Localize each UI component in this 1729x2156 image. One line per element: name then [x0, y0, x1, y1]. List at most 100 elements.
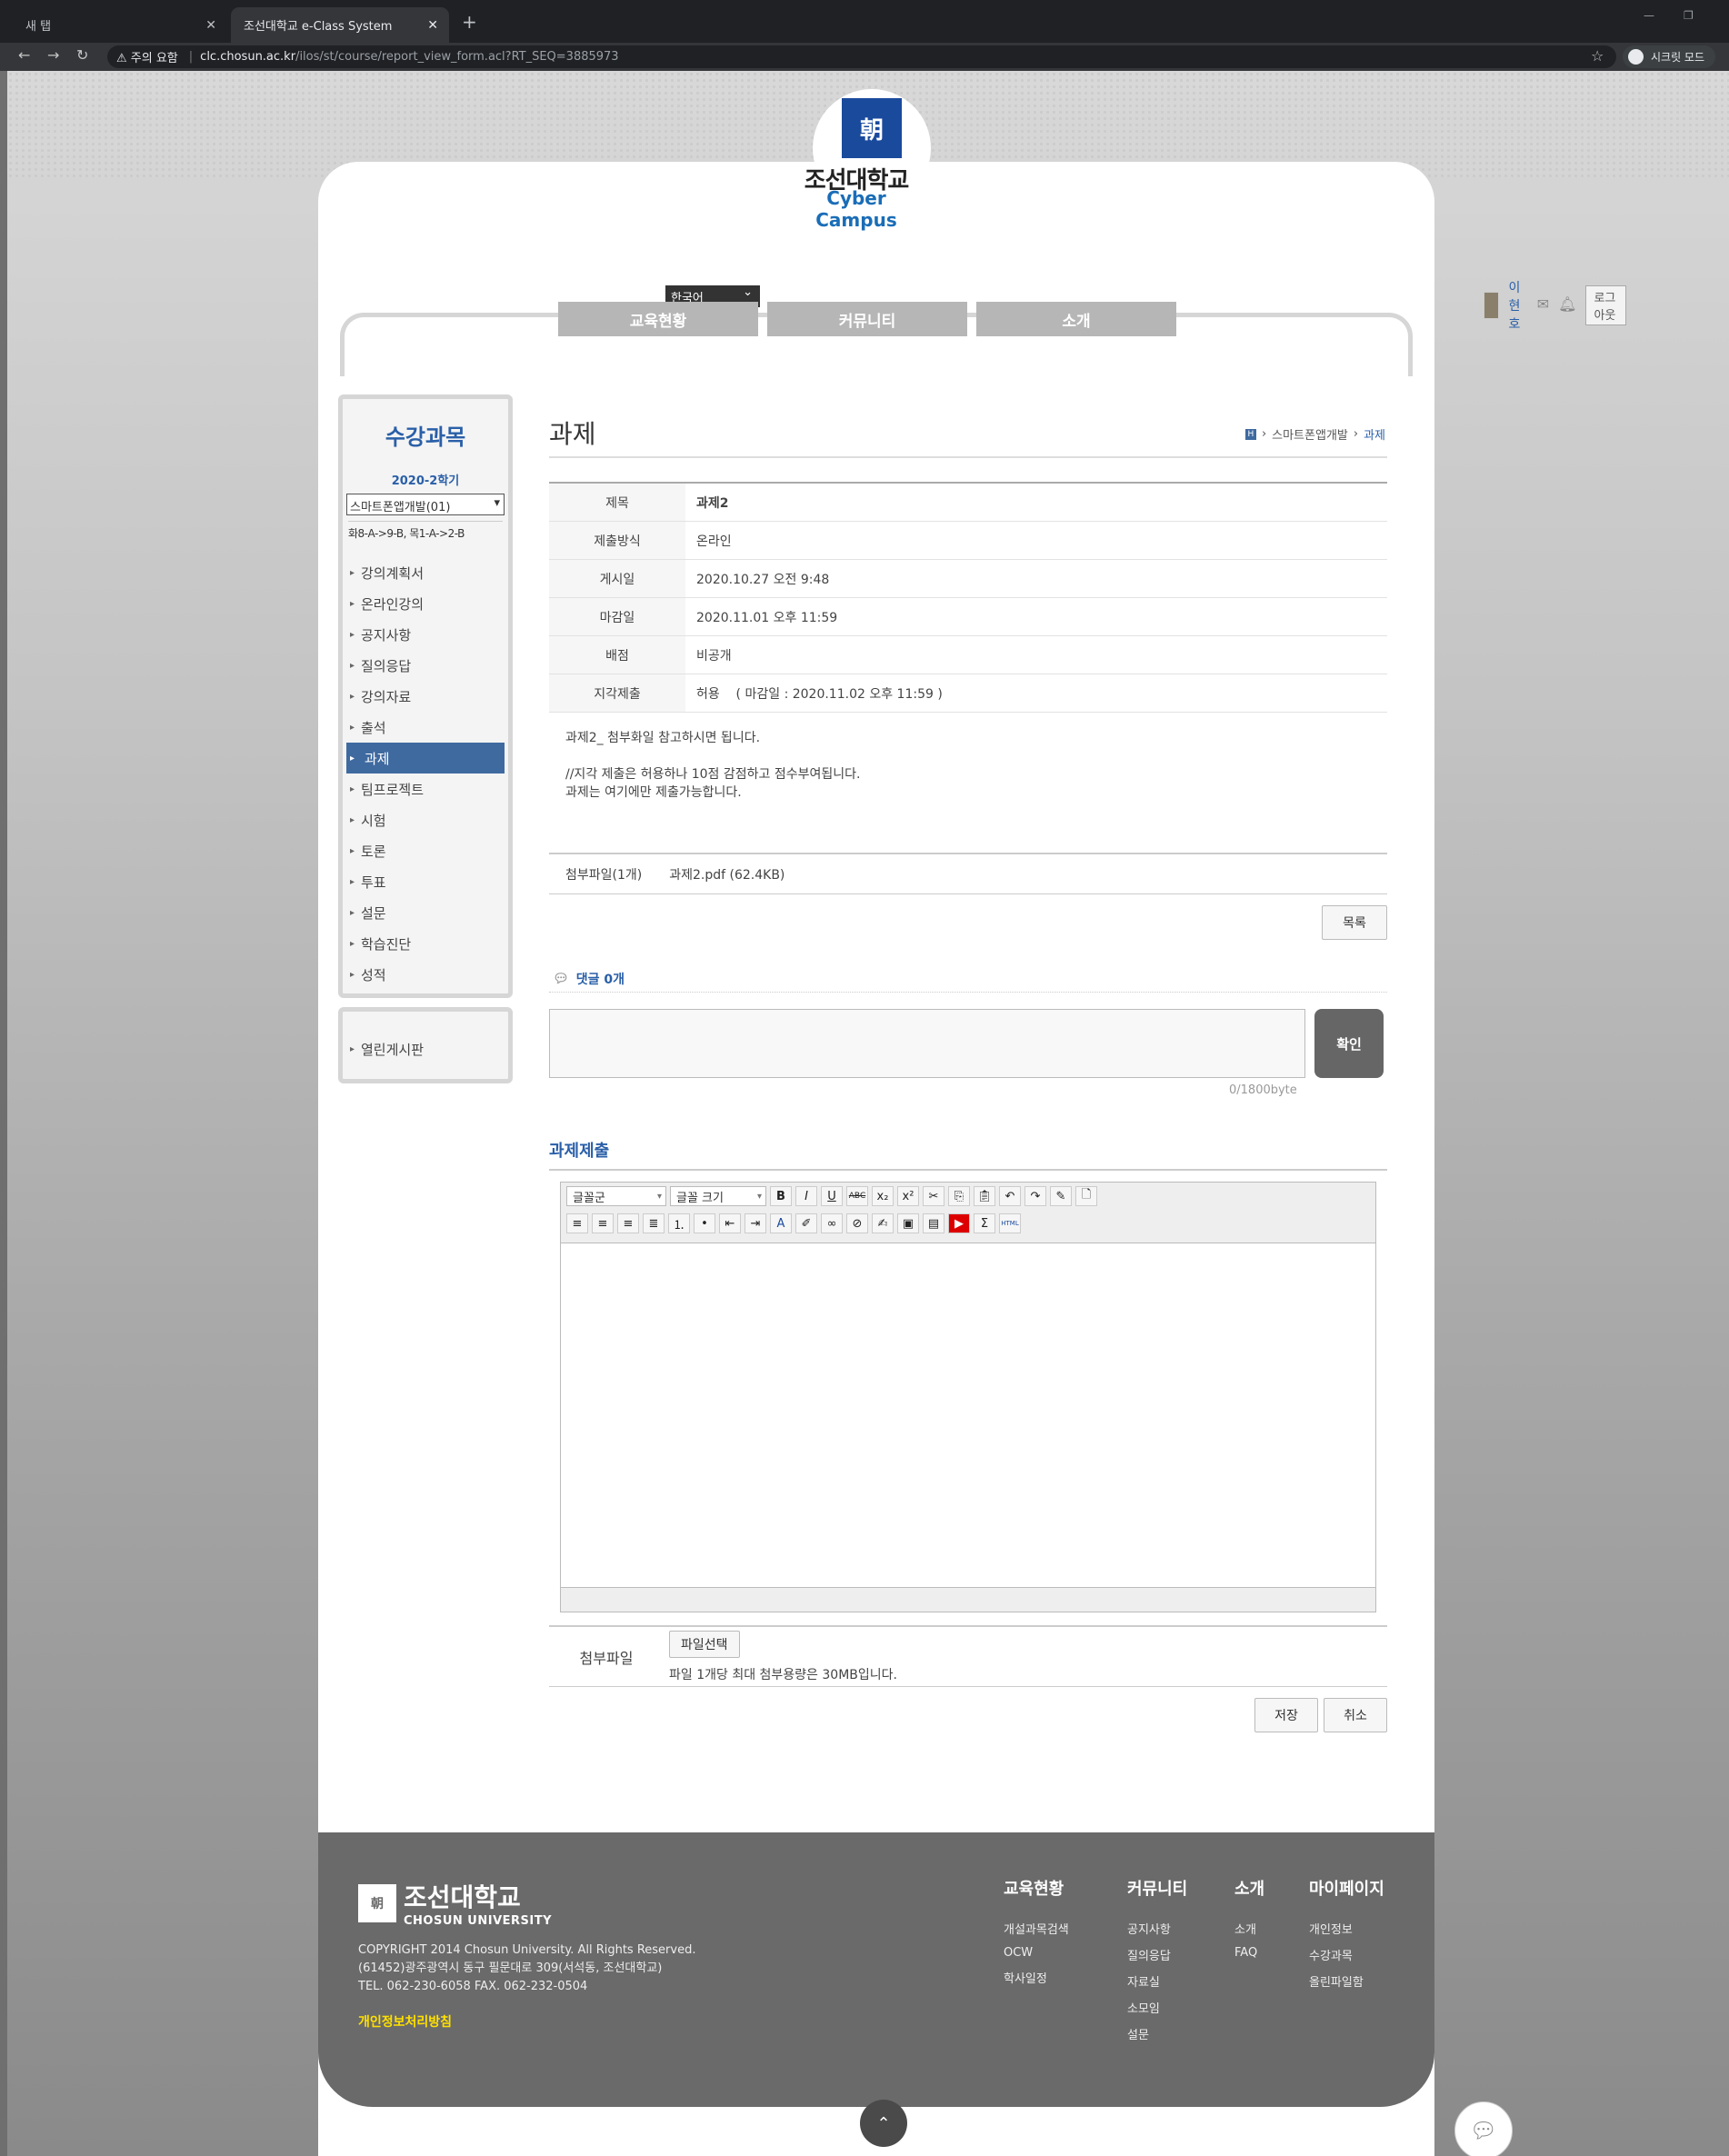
forward-icon[interactable]: → [47, 46, 59, 64]
scroll-top-button[interactable]: ⌃ [860, 2100, 907, 2147]
footer-link[interactable]: OCW [1004, 1946, 1069, 1960]
close-icon[interactable]: ✕ [427, 18, 438, 33]
sidebar-item-attendance[interactable]: 출석 [343, 712, 508, 743]
ordered-list-icon[interactable]: ⒈ [668, 1213, 690, 1233]
superscript-icon[interactable]: x² [897, 1186, 919, 1206]
outdent-icon[interactable]: ⇤ [719, 1213, 741, 1233]
undo-icon[interactable]: ↶ [999, 1186, 1021, 1206]
gnb-about[interactable]: 소개 [976, 302, 1176, 336]
gnb-community[interactable]: 커뮤니티 [767, 302, 967, 336]
gnb-education[interactable]: 교육현황 [558, 302, 758, 336]
footer-link[interactable]: 올린파일함 [1309, 1972, 1384, 1990]
sidebar-item-qna[interactable]: 질의응답 [343, 650, 508, 681]
save-button[interactable]: 저장 [1254, 1698, 1318, 1732]
reload-icon[interactable]: ↻ [76, 46, 88, 64]
home-icon[interactable]: H [1244, 428, 1256, 440]
unordered-list-icon[interactable]: • [694, 1213, 715, 1233]
sidebar-item-vote[interactable]: 투표 [343, 866, 508, 897]
redo-icon[interactable]: ↷ [1024, 1186, 1046, 1206]
sidebar-item-exam[interactable]: 시험 [343, 804, 508, 835]
new-tab-button[interactable]: + [462, 11, 477, 33]
restore-icon[interactable]: ❐ [1684, 9, 1694, 22]
user-name[interactable]: 이현호 [1508, 278, 1527, 333]
comment-input[interactable] [549, 1009, 1305, 1078]
sidebar-item-notice[interactable]: 공지사항 [343, 619, 508, 650]
cut-icon[interactable]: ✂ [923, 1186, 944, 1206]
align-right-icon[interactable]: ≡ [617, 1213, 639, 1233]
footer-link[interactable]: 설문 [1127, 2025, 1187, 2042]
course-select[interactable]: 스마트폰앱개발(01) [346, 494, 505, 515]
unlink-icon[interactable]: ⊘ [846, 1213, 868, 1233]
footer-link[interactable]: 공지사항 [1127, 1920, 1187, 1937]
font-family-select[interactable]: 글꼴군 [566, 1186, 666, 1206]
align-center-icon[interactable]: ≡ [592, 1213, 614, 1233]
logo-english[interactable]: Cyber Campus [784, 187, 929, 231]
footer-link[interactable]: 자료실 [1127, 1972, 1187, 1990]
align-justify-icon[interactable]: ≣ [643, 1213, 665, 1233]
media-icon[interactable]: ▤ [923, 1213, 944, 1233]
bold-icon[interactable]: B [770, 1186, 792, 1206]
close-icon[interactable]: ✕ [205, 18, 216, 33]
underline-icon[interactable]: U [821, 1186, 843, 1206]
logout-button[interactable]: 로그아웃 [1585, 285, 1626, 325]
html-icon[interactable]: HTML [999, 1213, 1021, 1233]
footer-link[interactable]: FAQ [1234, 1946, 1264, 1960]
subscript-icon[interactable]: x₂ [872, 1186, 894, 1206]
link-icon[interactable]: ∞ [821, 1213, 843, 1233]
sidebar-item-grades[interactable]: 성적 [343, 959, 508, 990]
footer-link[interactable]: 학사일정 [1004, 1969, 1069, 1986]
chat-button[interactable]: 💬︎ [1454, 2101, 1513, 2156]
strikethrough-icon[interactable]: ABC [846, 1186, 868, 1206]
indent-icon[interactable]: ⇥ [745, 1213, 766, 1233]
footer-col-title[interactable]: 마이페이지 [1309, 1876, 1384, 1900]
footer-link[interactable]: 소모임 [1127, 1999, 1187, 2016]
footer-col-title[interactable]: 소개 [1234, 1876, 1264, 1900]
footer-col-title[interactable]: 교육현황 [1004, 1876, 1069, 1900]
eraser-icon[interactable]: ✎ [1050, 1186, 1072, 1206]
footer-link[interactable]: 수강과목 [1309, 1946, 1384, 1963]
sidebar-item-team-project[interactable]: 팀프로젝트 [343, 774, 508, 804]
cancel-button[interactable]: 취소 [1324, 1698, 1387, 1732]
attachment-file-link[interactable]: 과제2.pdf (62.4KB) [669, 865, 785, 883]
breadcrumb-course[interactable]: 스마트폰앱개발 [1272, 425, 1348, 443]
sidebar-item-assignment[interactable]: 과제 [346, 743, 505, 774]
privacy-policy-link[interactable]: 개인정보처리방침 [358, 2012, 452, 2031]
footer-col-title[interactable]: 커뮤니티 [1127, 1876, 1187, 1900]
editor-text-area[interactable] [561, 1243, 1375, 1588]
sigma-icon[interactable]: Σ [974, 1213, 995, 1233]
sidebar-item-diagnosis[interactable]: 학습진단 [343, 928, 508, 959]
align-left-icon[interactable]: ≡ [566, 1213, 588, 1233]
highlight-icon[interactable]: ✐ [795, 1213, 817, 1233]
font-color-icon[interactable]: A [770, 1213, 792, 1233]
address-bar[interactable]: ⚠ 주의 요함 | clc.chosun.ac.kr/ilos/st/cours… [107, 45, 1616, 68]
copy-icon[interactable]: ⎘ [948, 1186, 970, 1206]
bookmark-star-icon[interactable]: ☆ [1591, 47, 1604, 65]
security-warning[interactable]: ⚠ 주의 요함 [116, 48, 178, 65]
italic-icon[interactable]: I [795, 1186, 817, 1206]
mail-icon[interactable]: ✉ [1537, 295, 1549, 315]
comment-submit-button[interactable]: 확인 [1314, 1009, 1384, 1078]
sidebar-item-discussion[interactable]: 토론 [343, 835, 508, 866]
sidebar-item-open-board[interactable]: 열린게시판 [343, 1033, 508, 1064]
choose-file-button[interactable]: 파일선택 [669, 1631, 740, 1658]
footer-link[interactable]: 개설과목검색 [1004, 1920, 1069, 1937]
image-icon[interactable]: ▣ [897, 1213, 919, 1233]
sidebar-item-materials[interactable]: 강의자료 [343, 681, 508, 712]
tab-new[interactable]: 새 탭 ✕ [13, 7, 227, 43]
sidebar-item-survey[interactable]: 설문 [343, 897, 508, 928]
back-icon[interactable]: ← [18, 46, 30, 64]
youtube-icon[interactable]: ▶ [948, 1213, 970, 1233]
sidebar-item-online-lecture[interactable]: 온라인강의 [343, 588, 508, 619]
footer-link[interactable]: 질의응답 [1127, 1946, 1187, 1963]
footer-link[interactable]: 소개 [1234, 1920, 1264, 1937]
minimize-icon[interactable]: — [1644, 9, 1654, 22]
footer-link[interactable]: 개인정보 [1309, 1920, 1384, 1937]
paste-icon[interactable]: 📋︎ [974, 1186, 995, 1206]
edit-icon[interactable]: ✍ [872, 1213, 894, 1233]
list-button[interactable]: 목록 [1322, 905, 1387, 940]
sidebar-item-syllabus[interactable]: 강의계획서 [343, 557, 508, 588]
incognito-indicator[interactable]: 시크릿 모드 [1623, 45, 1716, 68]
bell-icon[interactable]: 🔔︎ [1558, 295, 1576, 315]
tab-eclass[interactable]: 조선대학교 e-Class System ✕ [231, 7, 449, 43]
university-emblem[interactable]: 朝 [842, 98, 902, 158]
